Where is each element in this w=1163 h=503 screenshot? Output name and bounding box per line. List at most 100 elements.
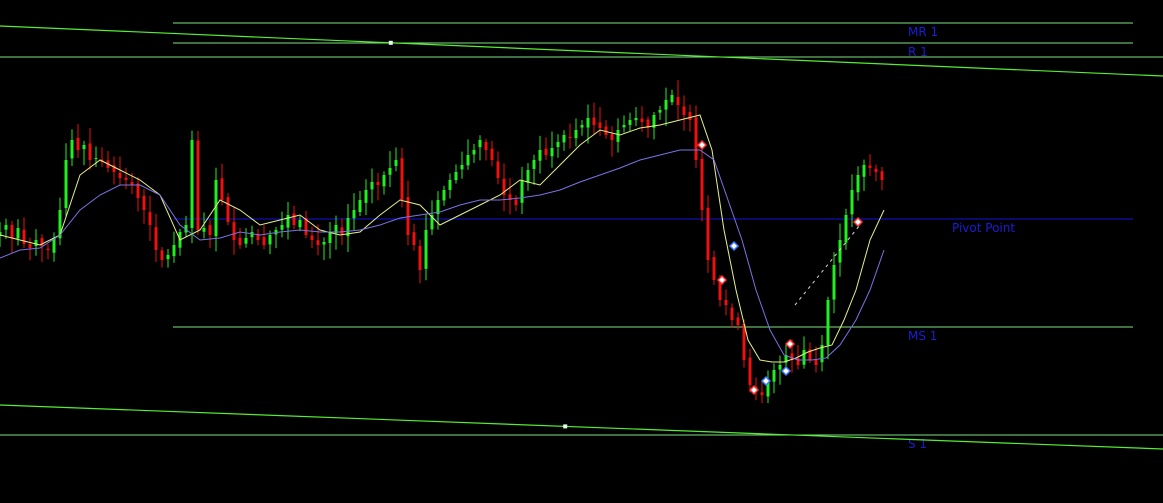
- candle-body: [802, 350, 806, 365]
- candle-body: [748, 357, 752, 385]
- trendline-anchor: [563, 424, 568, 429]
- candle-body: [598, 122, 602, 128]
- level-label: Pivot Point: [952, 221, 1015, 235]
- candle-body: [166, 255, 170, 260]
- candle-body: [586, 118, 590, 128]
- candle-body: [862, 165, 866, 177]
- candle-body: [94, 158, 98, 159]
- candle-body: [772, 370, 776, 382]
- candle-body: [220, 178, 224, 200]
- candle-body: [310, 235, 314, 240]
- candle-body: [76, 137, 80, 150]
- candle-body: [250, 232, 254, 238]
- candle-body: [550, 148, 554, 157]
- candle-body: [712, 257, 716, 280]
- candle-body: [268, 235, 272, 245]
- candle-body: [322, 242, 326, 245]
- candle-body: [616, 130, 620, 142]
- candle-body: [244, 238, 248, 244]
- candle-body: [610, 134, 614, 140]
- candle-body: [394, 160, 398, 166]
- candle-body: [358, 200, 362, 212]
- candle-body: [736, 317, 740, 325]
- candle-body: [400, 158, 404, 200]
- candle-body: [814, 359, 818, 365]
- candle-body: [28, 243, 32, 248]
- level-label: MR 1: [908, 25, 938, 39]
- candle-body: [832, 265, 836, 300]
- candle-body: [874, 168, 878, 172]
- candle-body: [682, 106, 686, 115]
- candle-body: [388, 168, 392, 175]
- candle-body: [52, 238, 56, 253]
- candle-body: [580, 125, 584, 128]
- candle-body: [82, 145, 86, 150]
- candle-body: [724, 299, 728, 305]
- candle-body: [70, 140, 74, 159]
- candle-body: [856, 175, 860, 193]
- candle-body: [316, 240, 320, 245]
- candle-body: [424, 230, 428, 269]
- candle-body: [238, 237, 242, 245]
- candle-body: [454, 172, 458, 181]
- candle-body: [664, 100, 668, 110]
- candle-body: [34, 240, 38, 246]
- candle-body: [412, 232, 416, 245]
- candle-body: [520, 180, 524, 203]
- candle-body: [778, 365, 782, 370]
- candle-body: [46, 248, 50, 250]
- candle-body: [622, 125, 626, 128]
- candle-body: [760, 392, 764, 395]
- candle-body: [190, 140, 194, 228]
- candle-body: [574, 130, 578, 139]
- candle-body: [382, 175, 386, 187]
- candle-body: [670, 95, 674, 103]
- candle-body: [868, 165, 872, 168]
- candle-body: [226, 197, 230, 222]
- candle-body: [280, 225, 284, 230]
- candle-body: [196, 140, 200, 230]
- candle-body: [370, 182, 374, 190]
- candle-body: [466, 155, 470, 166]
- candle-body: [352, 210, 356, 219]
- candle-body: [562, 135, 566, 143]
- trendline-anchor: [388, 40, 393, 45]
- chart-canvas[interactable]: MR 1R 1Pivot PointMS 1S 1: [0, 0, 1163, 503]
- candle-body: [640, 118, 644, 122]
- candle-body: [478, 140, 482, 148]
- candle-body: [568, 136, 572, 138]
- candle-body: [64, 160, 68, 209]
- candle-body: [124, 177, 128, 180]
- level-label: MS 1: [908, 329, 937, 343]
- candle-body: [136, 183, 140, 198]
- candle-body: [292, 213, 296, 225]
- candle-body: [406, 197, 410, 235]
- candle-body: [172, 245, 176, 257]
- candle-body: [496, 161, 500, 178]
- candle-body: [880, 171, 884, 180]
- candle-body: [826, 300, 830, 346]
- candle-body: [544, 148, 548, 155]
- candle-body: [148, 212, 152, 225]
- candle-body: [514, 199, 518, 205]
- candle-body: [700, 158, 704, 210]
- candle-body: [706, 207, 710, 260]
- candle-body: [490, 148, 494, 160]
- candle-body: [262, 237, 266, 245]
- candle-body: [286, 215, 290, 228]
- candle-body: [448, 180, 452, 190]
- candle-body: [4, 225, 8, 230]
- forex-chart[interactable]: MR 1R 1 Pivot Point MS 1S 1: [0, 0, 1163, 503]
- candle-body: [16, 228, 20, 239]
- candle-body: [634, 118, 638, 121]
- candle-body: [526, 170, 530, 183]
- candle-body: [658, 110, 662, 113]
- candle-body: [556, 142, 560, 148]
- candle-body: [88, 143, 92, 160]
- candle-body: [538, 150, 542, 161]
- candle-body: [160, 250, 164, 260]
- candle-body: [298, 220, 302, 228]
- candle-body: [592, 117, 596, 125]
- candle-body: [22, 229, 26, 244]
- candle-body: [484, 142, 488, 150]
